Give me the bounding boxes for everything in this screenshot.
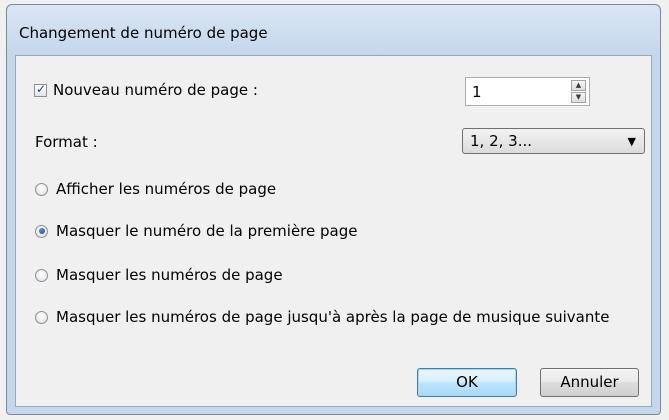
- format-selected-value: 1, 2, 3...: [470, 132, 533, 150]
- radio-button[interactable]: [35, 182, 48, 196]
- page-number-dialog: Changement de numéro de page ✓ Nouveau n…: [6, 4, 661, 415]
- new-page-number-label: Nouveau numéro de page :: [53, 81, 258, 99]
- radio-button[interactable]: [35, 268, 48, 282]
- radio-label: Masquer le numéro de la première page: [56, 222, 358, 240]
- new-page-number-checkbox[interactable]: ✓: [34, 81, 47, 97]
- dropdown-arrow-icon[interactable]: ▼: [628, 135, 636, 148]
- page-number-spinbox[interactable]: 1 ▲ ▼: [465, 77, 590, 106]
- ok-button[interactable]: OK: [417, 368, 517, 397]
- radio-hide-until-next-music-page[interactable]: Masquer les numéros de page jusqu'à aprè…: [35, 308, 609, 326]
- spin-buttons: ▲ ▼: [571, 80, 586, 103]
- radio-hide-page-numbers[interactable]: Masquer les numéros de page: [35, 266, 283, 284]
- format-label: Format :: [35, 133, 98, 151]
- spin-down-icon[interactable]: ▼: [571, 92, 586, 103]
- spin-up-icon[interactable]: ▲: [571, 80, 586, 91]
- radio-button-selected[interactable]: [35, 224, 48, 238]
- new-page-number-row[interactable]: ✓ Nouveau numéro de page :: [34, 81, 258, 99]
- title-bar[interactable]: Changement de numéro de page: [7, 5, 660, 55]
- dialog-body: ✓ Nouveau numéro de page : 1 ▲ ▼ Format …: [15, 55, 652, 407]
- radio-label: Masquer les numéros de page: [56, 266, 283, 284]
- dialog-title: Changement de numéro de page: [19, 24, 268, 42]
- radio-button[interactable]: [35, 310, 48, 324]
- radio-label: Masquer les numéros de page jusqu'à aprè…: [56, 308, 610, 326]
- page-number-value[interactable]: 1: [472, 83, 482, 101]
- radio-show-page-numbers[interactable]: Afficher les numéros de page: [35, 180, 276, 198]
- radio-hide-first-page-number[interactable]: Masquer le numéro de la première page: [35, 222, 357, 240]
- checkmark-icon: ✓: [36, 81, 47, 96]
- cancel-button[interactable]: Annuler: [540, 368, 639, 397]
- format-select[interactable]: 1, 2, 3... ▼: [462, 128, 645, 154]
- radio-label: Afficher les numéros de page: [56, 180, 277, 198]
